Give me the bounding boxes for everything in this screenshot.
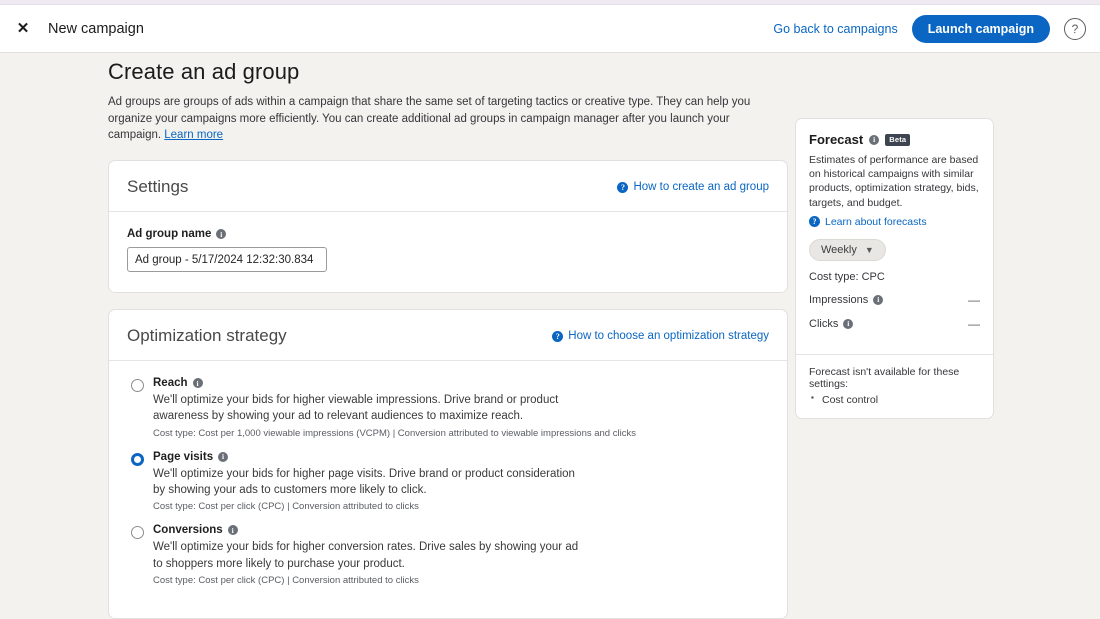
settings-card-body: Ad group name i (109, 212, 787, 292)
forecast-impressions-value: — (968, 293, 980, 307)
option-conversions-description: We'll optimize your bids for higher conv… (153, 539, 583, 572)
option-reach[interactable]: Reach i We'll optimize your bids for hig… (127, 377, 769, 451)
forecast-period-dropdown[interactable]: Weekly ▼ (809, 239, 886, 261)
beta-badge: Beta (885, 134, 910, 146)
option-page-visits-text: Page visits i We'll optimize your bids f… (153, 451, 769, 513)
optimization-strategy-card: Optimization strategy ? How to choose an… (108, 309, 788, 619)
help-question-icon[interactable]: ? (1064, 18, 1086, 40)
info-icon[interactable]: i (193, 378, 203, 388)
page-body: Create an ad group Ad groups are groups … (0, 53, 1100, 513)
forecast-clicks-value: — (968, 317, 980, 331)
option-conversions-text: Conversions i We'll optimize your bids f… (153, 524, 769, 586)
radio-conversions[interactable] (131, 526, 144, 539)
option-conversions[interactable]: Conversions i We'll optimize your bids f… (127, 524, 769, 598)
optimization-card-header: Optimization strategy ? How to choose an… (109, 310, 787, 361)
close-icon[interactable]: ✕ (10, 16, 36, 42)
info-icon[interactable]: i (218, 452, 228, 462)
forecast-title: Forecast (809, 132, 863, 147)
campaign-title: New campaign (48, 21, 144, 37)
forecast-impressions-label: Impressions (809, 294, 868, 306)
learn-about-forecasts-label: Learn about forecasts (825, 216, 927, 228)
info-icon: ? (617, 182, 628, 193)
settings-title: Settings (127, 177, 188, 197)
forecast-clicks-row: Clicks i — (809, 317, 980, 331)
ad-group-name-label-text: Ad group name (127, 228, 211, 240)
optimization-card-body: Reach i We'll optimize your bids for hig… (109, 361, 787, 618)
forecast-clicks-key: Clicks i (809, 318, 853, 330)
top-bar-actions: Go back to campaigns Launch campaign ? (773, 15, 1100, 43)
option-reach-label-text: Reach (153, 377, 188, 389)
ad-group-name-input[interactable] (127, 247, 327, 272)
forecast-impressions-row: Impressions i — (809, 293, 980, 307)
option-page-visits-cost: Cost type: Cost per click (CPC) | Conver… (153, 501, 769, 512)
how-to-choose-strategy-link[interactable]: ? How to choose an optimization strategy (552, 330, 769, 342)
option-conversions-label-text: Conversions (153, 524, 223, 536)
info-icon: ? (809, 216, 820, 227)
how-to-create-ad-group-label: How to create an ad group (633, 181, 769, 193)
go-back-to-campaigns-link[interactable]: Go back to campaigns (773, 22, 897, 36)
info-icon: ? (552, 331, 563, 342)
info-icon[interactable]: i (216, 229, 226, 239)
option-page-visits-label-text: Page visits (153, 451, 213, 463)
learn-about-forecasts-link[interactable]: ? Learn about forecasts (809, 216, 980, 228)
page-title: Create an ad group (108, 53, 788, 85)
info-icon[interactable]: i (843, 319, 853, 329)
how-to-choose-strategy-label: How to choose an optimization strategy (568, 330, 769, 342)
forecast-header: Forecast i Beta (809, 132, 980, 147)
option-page-visits-label: Page visits i (153, 451, 769, 463)
launch-campaign-button[interactable]: Launch campaign (912, 15, 1050, 43)
forecast-cost-type: Cost type: CPC (809, 271, 885, 283)
option-conversions-cost: Cost type: Cost per click (CPC) | Conver… (153, 575, 769, 586)
forecast-cost-type-row: Cost type: CPC (809, 271, 980, 283)
how-to-create-ad-group-link[interactable]: ? How to create an ad group (617, 181, 769, 193)
ad-group-name-label: Ad group name i (127, 228, 769, 240)
option-reach-text: Reach i We'll optimize your bids for hig… (153, 377, 769, 439)
forecast-clicks-label: Clicks (809, 318, 838, 330)
forecast-panel: Forecast i Beta Estimates of performance… (795, 118, 994, 419)
forecast-unavailable-item: Cost control (809, 394, 980, 406)
learn-more-link[interactable]: Learn more (164, 129, 223, 141)
option-page-visits[interactable]: Page visits i We'll optimize your bids f… (127, 451, 769, 525)
chevron-down-icon: ▼ (865, 245, 874, 255)
forecast-period-value: Weekly (821, 244, 857, 256)
option-conversions-label: Conversions i (153, 524, 769, 536)
page-description: Ad groups are groups of ads within a cam… (108, 94, 773, 144)
option-reach-label: Reach i (153, 377, 769, 389)
info-icon[interactable]: i (873, 295, 883, 305)
settings-card-header: Settings ? How to create an ad group (109, 161, 787, 212)
info-icon[interactable]: i (869, 135, 879, 145)
forecast-description: Estimates of performance are based on hi… (809, 153, 980, 210)
settings-card: Settings ? How to create an ad group Ad … (108, 160, 788, 293)
info-icon[interactable]: i (228, 525, 238, 535)
main-column: Create an ad group Ad groups are groups … (108, 53, 788, 619)
optimization-title: Optimization strategy (127, 326, 287, 346)
option-reach-description: We'll optimize your bids for higher view… (153, 392, 583, 425)
forecast-impressions-key: Impressions i (809, 294, 883, 306)
forecast-unavailable-note: Forecast isn't available for these setti… (796, 355, 993, 418)
radio-page-visits[interactable] (131, 453, 144, 466)
forecast-unavailable-title: Forecast isn't available for these setti… (809, 366, 980, 390)
option-page-visits-description: We'll optimize your bids for higher page… (153, 466, 583, 499)
radio-reach[interactable] (131, 379, 144, 392)
forecast-panel-body: Forecast i Beta Estimates of performance… (796, 119, 993, 342)
top-bar: ✕ New campaign Go back to campaigns Laun… (0, 5, 1100, 53)
option-reach-cost: Cost type: Cost per 1,000 viewable impre… (153, 428, 769, 439)
